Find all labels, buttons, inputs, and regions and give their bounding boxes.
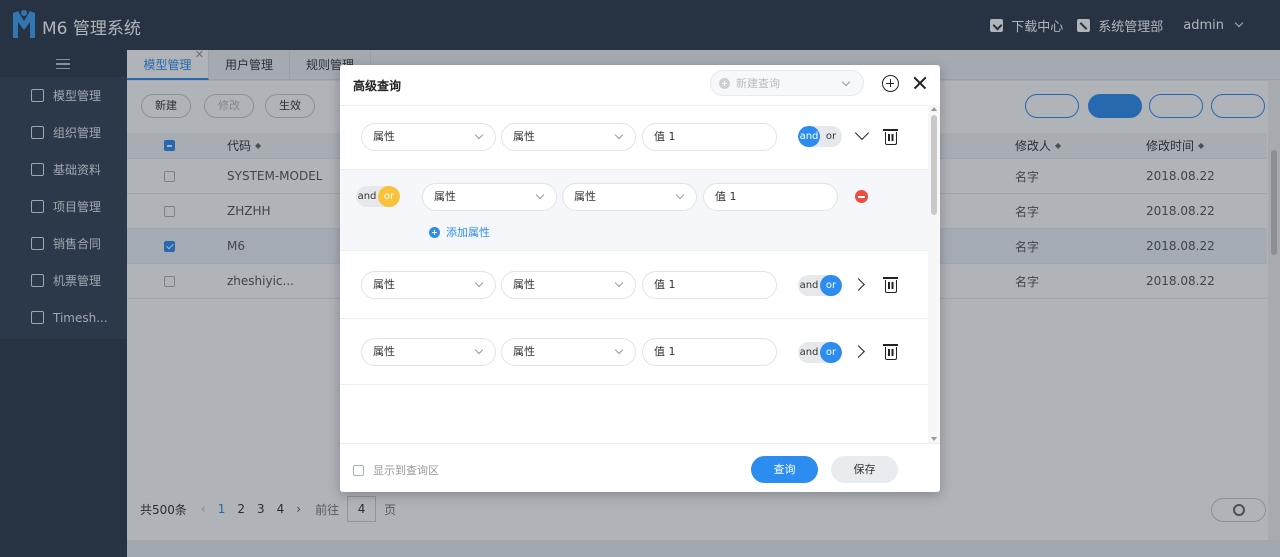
save-button[interactable]: 保存 xyxy=(831,456,898,483)
and-option[interactable]: and xyxy=(798,342,820,363)
chevron-down-icon xyxy=(675,190,685,200)
and-or-toggle[interactable]: and or xyxy=(798,126,842,147)
chevron-down-icon xyxy=(474,345,484,355)
scroll-down-icon[interactable] xyxy=(931,437,937,441)
remove-circle-icon[interactable] xyxy=(855,190,868,203)
show-in-query-area-label: 显示到查询区 xyxy=(373,464,439,477)
chevron-down-icon xyxy=(614,278,624,288)
value-input[interactable]: 值 1 xyxy=(703,183,838,211)
add-rule-icon[interactable] xyxy=(882,75,899,92)
trash-icon[interactable] xyxy=(883,129,898,145)
add-circle-icon xyxy=(429,226,440,238)
dialog-title: 高级查询 xyxy=(353,79,402,93)
rule-row: 属性 属性 值 1 and or xyxy=(340,106,928,170)
or-option[interactable]: or xyxy=(820,126,842,147)
advanced-query-dialog: 高级查询 新建查询 属性 属性 值 1 and or and or 属性 属性 xyxy=(340,65,940,492)
and-option[interactable]: and xyxy=(356,186,378,207)
expand-chevron-icon[interactable] xyxy=(852,345,865,358)
dialog-scrollbar[interactable] xyxy=(928,105,940,443)
and-option[interactable]: and xyxy=(798,126,820,147)
chevron-down-icon xyxy=(474,278,484,288)
expand-chevron-icon[interactable] xyxy=(852,278,865,291)
and-option[interactable]: and xyxy=(798,275,820,296)
scrollbar-thumb[interactable] xyxy=(931,115,937,215)
value-input[interactable]: 值 1 xyxy=(642,271,777,299)
trash-icon[interactable] xyxy=(883,277,898,293)
operator-select[interactable]: 属性 xyxy=(501,271,636,299)
show-in-query-area-checkbox[interactable] xyxy=(353,464,364,476)
operator-select[interactable]: 属性 xyxy=(501,123,636,151)
attribute-select[interactable]: 属性 xyxy=(361,338,496,366)
close-icon[interactable] xyxy=(912,75,928,91)
rule-list: 属性 属性 值 1 and or and or 属性 属性 值 1 添加属性 属… xyxy=(340,105,940,443)
collapse-chevron-icon[interactable] xyxy=(854,125,870,141)
and-or-toggle[interactable]: and or xyxy=(356,186,400,207)
or-option[interactable]: or xyxy=(378,186,400,207)
and-or-toggle[interactable]: and or xyxy=(798,275,842,296)
query-button[interactable]: 查询 xyxy=(751,456,818,483)
rule-row-nested: and or 属性 属性 值 1 添加属性 xyxy=(340,170,928,251)
attribute-select[interactable]: 属性 xyxy=(422,183,557,211)
rule-row: 属性 属性 值 1 and or xyxy=(340,319,928,385)
chevron-down-icon xyxy=(614,130,624,140)
operator-select[interactable]: 属性 xyxy=(562,183,697,211)
dialog-footer: 显示到查询区 查询 保存 xyxy=(340,443,940,492)
chevron-down-icon xyxy=(614,345,624,355)
or-option[interactable]: or xyxy=(820,342,842,363)
or-option[interactable]: or xyxy=(820,275,842,296)
scroll-up-icon[interactable] xyxy=(931,107,937,111)
chevron-down-icon xyxy=(535,190,545,200)
show-in-query-area-option[interactable]: 显示到查询区 xyxy=(353,462,439,478)
value-input[interactable]: 值 1 xyxy=(642,338,777,366)
chevron-down-icon xyxy=(474,130,484,140)
saved-query-select[interactable]: 新建查询 xyxy=(710,70,864,96)
value-input[interactable]: 值 1 xyxy=(642,123,777,151)
chevron-down-icon xyxy=(841,77,851,87)
and-or-toggle[interactable]: and or xyxy=(798,342,842,363)
attribute-select[interactable]: 属性 xyxy=(361,123,496,151)
rule-row: 属性 属性 值 1 and or xyxy=(340,251,928,319)
trash-icon[interactable] xyxy=(883,344,898,360)
attribute-select[interactable]: 属性 xyxy=(361,271,496,299)
add-attribute-label: 添加属性 xyxy=(446,226,490,239)
saved-query-placeholder: 新建查询 xyxy=(736,77,780,90)
add-attribute-link[interactable]: 添加属性 xyxy=(429,224,490,240)
add-circle-icon xyxy=(719,77,730,89)
operator-select[interactable]: 属性 xyxy=(501,338,636,366)
